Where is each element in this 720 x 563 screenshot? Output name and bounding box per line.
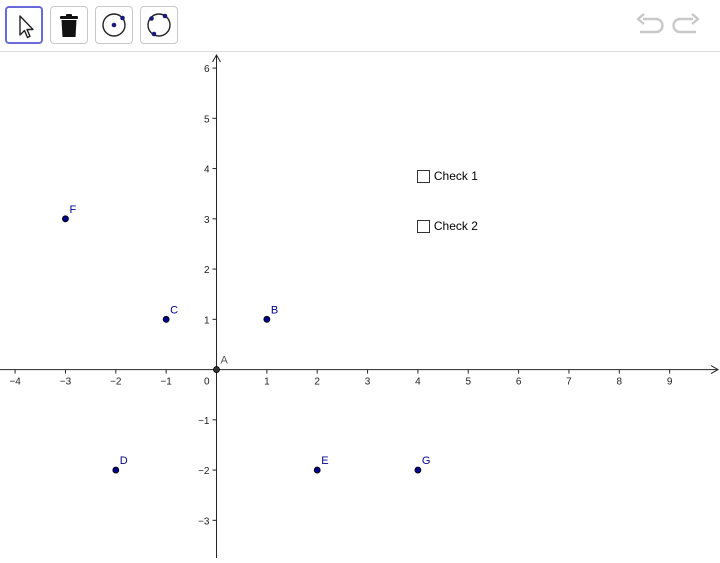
checkbox-2-label: Check 2 [433,219,478,234]
point-a-label: A [221,355,229,367]
x-tick-label: −3 [60,377,72,388]
x-tick-label: 8 [617,377,623,388]
y-tick-label: −3 [198,516,210,527]
coordinate-plane[interactable]: −4 −3 −2 −1 1 2 3 4 5 6 7 8 9 −3 −2 −1 1 2 3 4 5 6 0 A B C D E F G [0,53,720,558]
toolbar [0,0,720,52]
checkbox-1-box[interactable] [416,169,430,183]
x-tick-label: 2 [314,377,320,388]
delete-tool-button[interactable] [50,6,88,44]
y-tick-label: 6 [204,64,210,75]
circle-three-points-tool-button[interactable] [140,6,178,44]
point-e[interactable] [313,466,321,474]
redo-button[interactable] [670,12,702,40]
circle-center-point-icon [102,13,126,37]
x-tick-label: 4 [415,377,421,388]
point-g-label: G [422,455,431,467]
point-g[interactable] [414,466,422,474]
point-d-label: D [120,455,128,467]
x-tick-label: 5 [465,377,471,388]
x-tick-label: 1 [264,377,270,388]
point-a[interactable] [213,366,220,373]
graphics-view[interactable]: −4 −3 −2 −1 1 2 3 4 5 6 7 8 9 −3 −2 −1 1 2 3 4 5 6 0 A B C D E F G [0,53,720,558]
y-tick-label: 3 [204,215,210,226]
point-f[interactable] [62,215,69,223]
x-tick-label: 3 [365,377,371,388]
circle-center-point-tool-button[interactable] [95,6,133,44]
x-tick-label: −2 [110,377,122,388]
checkbox-1[interactable]: Check 1 [416,167,478,185]
y-tick-label: 5 [204,114,210,125]
undo-icon [636,13,664,34]
point-c[interactable] [162,315,170,323]
y-tick-label: 4 [204,165,210,176]
origin-label: 0 [204,377,210,388]
x-tick-label: 9 [667,377,673,388]
y-tick-label: −2 [198,466,210,477]
point-b[interactable] [263,315,271,323]
checkbox-2[interactable]: Check 2 [416,217,478,235]
arrow-pointer-icon [19,15,34,39]
x-tick-label: 6 [516,377,522,388]
point-c-label: C [170,304,178,316]
checkbox-1-label: Check 1 [433,169,478,184]
trash-icon [60,14,78,37]
x-tick-label: −1 [160,377,172,388]
undo-button[interactable] [634,12,666,40]
point-b-label: B [271,304,278,316]
point-e-label: E [321,455,328,467]
x-tick-label: 7 [566,377,572,388]
x-tick-label: −4 [9,377,21,388]
redo-icon [672,13,700,34]
circle-three-points-icon [147,13,171,37]
y-tick-label: 2 [204,265,210,276]
move-tool-button[interactable] [5,6,43,44]
y-tick-label: −1 [198,416,210,427]
point-f-label: F [69,204,76,216]
y-tick-label: 1 [204,315,210,326]
point-d[interactable] [112,466,120,474]
checkbox-2-box[interactable] [416,219,430,233]
